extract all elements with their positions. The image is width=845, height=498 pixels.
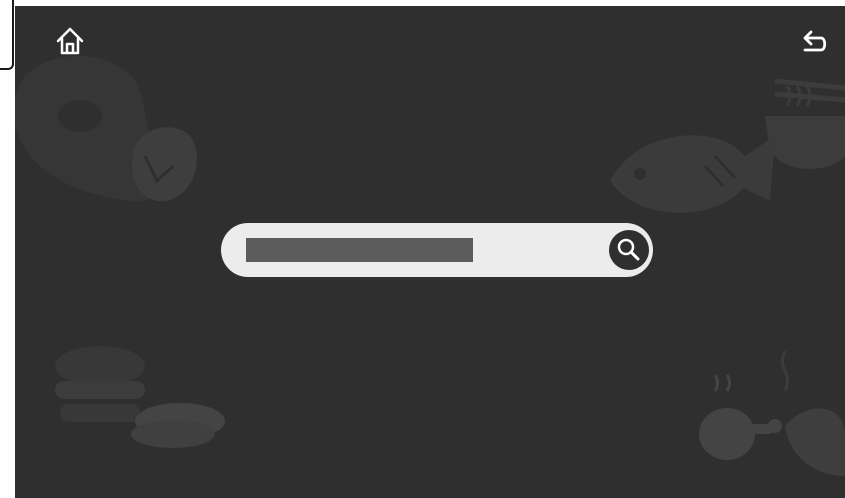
ramen-bowl-icon — [765, 78, 845, 169]
back-button[interactable] — [797, 24, 831, 58]
sushi-icon — [131, 403, 225, 448]
fish-icon — [610, 135, 775, 214]
home-icon — [56, 27, 84, 55]
bezel-corner — [0, 0, 14, 70]
search-bar — [221, 223, 653, 277]
search-input[interactable] — [246, 238, 473, 262]
home-button[interactable] — [53, 24, 87, 58]
steak-icon — [15, 56, 197, 202]
chicken-leg-icon — [699, 350, 845, 476]
back-arrow-icon — [803, 30, 827, 52]
search-button[interactable] — [609, 230, 649, 270]
burger-icon — [55, 346, 145, 422]
search-icon — [617, 238, 640, 261]
screen — [15, 6, 845, 498]
